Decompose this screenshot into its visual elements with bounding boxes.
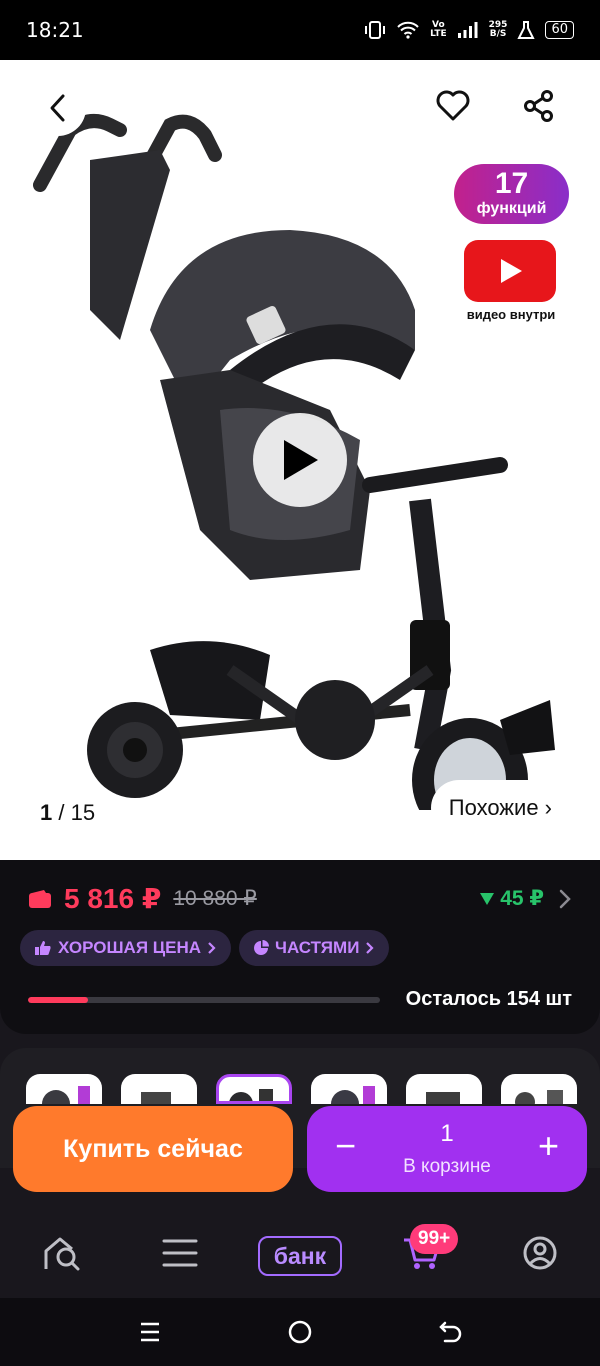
variant-thumb[interactable] xyxy=(121,1074,197,1104)
variant-thumb[interactable] xyxy=(26,1074,102,1104)
buy-now-button[interactable]: Купить сейчас xyxy=(13,1106,293,1192)
status-bar: 18:21 Vo LTE 295 B/S 60 xyxy=(0,0,600,60)
home-search-icon xyxy=(44,1237,80,1271)
menu-icon xyxy=(141,1322,159,1342)
stock-progress-bar xyxy=(28,997,380,1003)
chevron-right-icon xyxy=(366,942,374,954)
cart-count-badge: 99+ xyxy=(410,1224,459,1254)
cart-stepper: − 1 В корзине + xyxy=(307,1106,587,1192)
network-speed: 295 B/S xyxy=(488,20,508,39)
battery-indicator: 60 xyxy=(545,21,574,39)
back-arrow-icon xyxy=(439,1321,462,1343)
stock-progress-fill xyxy=(28,997,88,1003)
catalog-icon xyxy=(162,1239,198,1267)
recents-button[interactable] xyxy=(130,1316,170,1348)
features-badge: 17 функций xyxy=(454,164,569,224)
variant-image xyxy=(229,1089,273,1101)
play-video-button[interactable] xyxy=(253,413,347,507)
bottom-navigation: банк 99+ xyxy=(0,1206,600,1298)
volte-indicator: Vo LTE xyxy=(430,20,447,39)
status-time: 18:21 xyxy=(26,18,84,42)
nav-catalog[interactable] xyxy=(150,1228,210,1278)
stock-remaining: Осталось 154 шт xyxy=(405,988,572,1010)
wifi-icon xyxy=(397,21,419,39)
signal-icon xyxy=(457,22,478,38)
price-drop: 45 ₽ xyxy=(480,886,544,911)
price-row[interactable]: 5 816 ₽ 10 880 ₽ 45 ₽ xyxy=(28,882,572,915)
nav-bank[interactable]: банк xyxy=(258,1236,342,1276)
variant-thumb[interactable] xyxy=(406,1074,482,1104)
back-button[interactable] xyxy=(30,80,86,136)
good-price-pill[interactable]: ХОРОШАЯ ЦЕНА xyxy=(20,930,232,966)
wallet-icon xyxy=(29,889,51,908)
pie-chart-icon xyxy=(254,940,269,955)
youtube-play-icon xyxy=(501,259,522,283)
variant-image xyxy=(141,1092,171,1104)
variant-thumb[interactable] xyxy=(311,1074,387,1104)
vibrate-icon xyxy=(365,21,386,39)
bank-label: банк xyxy=(273,1242,327,1269)
favorite-button[interactable] xyxy=(425,78,481,134)
back-nav-button[interactable] xyxy=(430,1316,470,1348)
chevron-right-icon xyxy=(208,942,216,954)
variant-thumb-selected[interactable] xyxy=(216,1074,292,1104)
status-icons: Vo LTE 295 B/S 60 xyxy=(364,20,574,40)
chevron-right-icon xyxy=(559,889,571,908)
image-counter: 1 / 15 xyxy=(40,800,96,825)
chevron-left-icon xyxy=(50,94,65,122)
nav-profile[interactable] xyxy=(510,1228,570,1278)
variant-image xyxy=(331,1086,375,1104)
profile-icon xyxy=(523,1236,557,1270)
home-button[interactable] xyxy=(280,1316,320,1348)
old-price: 10 880 ₽ xyxy=(173,887,257,910)
thumbs-up-icon xyxy=(35,941,51,955)
variant-thumb[interactable] xyxy=(501,1074,577,1104)
share-button[interactable] xyxy=(511,78,567,134)
product-gallery[interactable]: 17 функций видео внутри 1 / 15 Похожие › xyxy=(0,60,600,860)
play-icon xyxy=(284,440,318,480)
current-price: 5 816 ₽ xyxy=(64,883,162,914)
similar-products-button[interactable]: Похожие › xyxy=(430,780,570,836)
variant-image xyxy=(42,1086,90,1104)
home-circle-icon xyxy=(288,1320,312,1344)
video-badge[interactable] xyxy=(464,240,556,302)
triangle-down-icon xyxy=(480,892,495,905)
installments-pill[interactable]: ЧАСТЯМИ xyxy=(239,930,390,966)
price-card: 5 816 ₽ 10 880 ₽ 45 ₽ ХОРОШАЯ ЦЕНА ЧАСТЯ… xyxy=(0,860,600,1034)
lab-flask-icon xyxy=(517,21,536,39)
variant-image xyxy=(515,1090,563,1104)
system-navigation-bar xyxy=(0,1298,600,1366)
video-label: видео внутри xyxy=(466,307,556,322)
increase-quantity-button[interactable]: + xyxy=(538,1126,559,1166)
share-icon xyxy=(524,90,553,122)
heart-icon xyxy=(436,90,470,121)
nav-home[interactable] xyxy=(32,1228,92,1278)
variant-image xyxy=(426,1092,460,1104)
